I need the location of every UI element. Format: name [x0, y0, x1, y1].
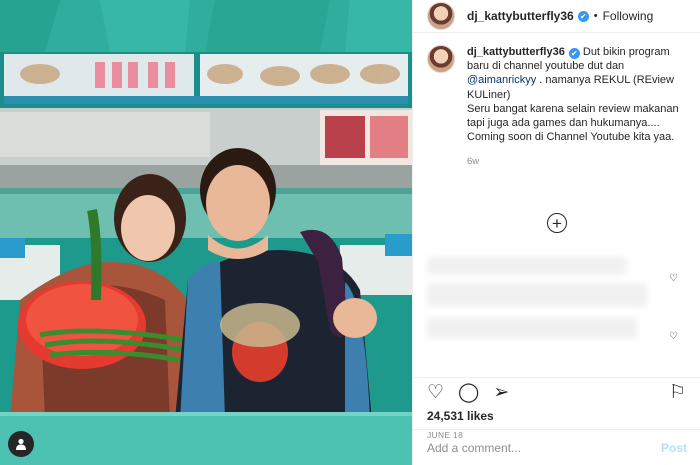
add-comment-bar: Add a comment... Post	[413, 429, 700, 465]
action-bar: ♡ ◯ ➢ ⚐	[413, 377, 700, 407]
caption: dj_kattybutterfly36 ✔ Dut bikin program b…	[427, 45, 686, 170]
avatar[interactable]	[427, 2, 455, 30]
caption-avatar[interactable]	[427, 45, 455, 73]
comment-input[interactable]: Add a comment...	[427, 441, 661, 455]
blurred-comment	[427, 317, 637, 339]
caption-body: dj_kattybutterfly36 ✔ Dut bikin program b…	[467, 45, 686, 170]
blurred-comment	[427, 257, 627, 275]
save-bookmark-icon[interactable]: ⚐	[669, 381, 686, 404]
caption-age: 6w	[467, 156, 480, 168]
comment-like-icon[interactable]: ♡	[669, 273, 678, 284]
post-photo[interactable]	[0, 0, 412, 465]
load-more-comments-button[interactable]: +	[547, 213, 567, 233]
likes-count[interactable]: 24,531 likes	[413, 407, 700, 423]
comment-like-icon[interactable]: ♡	[669, 331, 678, 342]
comments-area: dj_kattybutterfly36 ✔ Dut bikin program b…	[413, 33, 700, 377]
tagged-users-button[interactable]	[8, 431, 34, 457]
user-icon	[16, 438, 26, 450]
caption-text-part3: Seru bangat karena selain review makanan…	[467, 102, 679, 144]
photo-illustration	[0, 0, 412, 465]
caption-username[interactable]: dj_kattybutterfly36	[467, 46, 565, 58]
like-heart-icon[interactable]: ♡	[427, 381, 444, 404]
post-header: dj_kattybutterfly36 ✔ • Following	[413, 0, 700, 33]
caption-text: dj_kattybutterfly36 ✔ Dut bikin program b…	[467, 45, 686, 102]
caption-mention-link[interactable]: @aimanrickyy	[467, 74, 536, 86]
verified-badge-icon: ✔	[568, 48, 580, 59]
comment-bubble-icon[interactable]: ◯	[458, 381, 479, 404]
blurred-comment	[427, 283, 647, 307]
post-comment-button[interactable]: Post	[661, 441, 687, 455]
instagram-post: dj_kattybutterfly36 ✔ • Following dj_kat…	[0, 0, 700, 465]
header-separator: •	[593, 10, 598, 22]
share-paper-plane-icon[interactable]: ➢	[493, 381, 509, 404]
following-button[interactable]: Following	[603, 9, 654, 23]
header-username[interactable]: dj_kattybutterfly36	[467, 9, 574, 23]
verified-badge-icon: ✔	[577, 10, 589, 22]
post-sidebar: dj_kattybutterfly36 ✔ • Following dj_kat…	[412, 0, 700, 465]
